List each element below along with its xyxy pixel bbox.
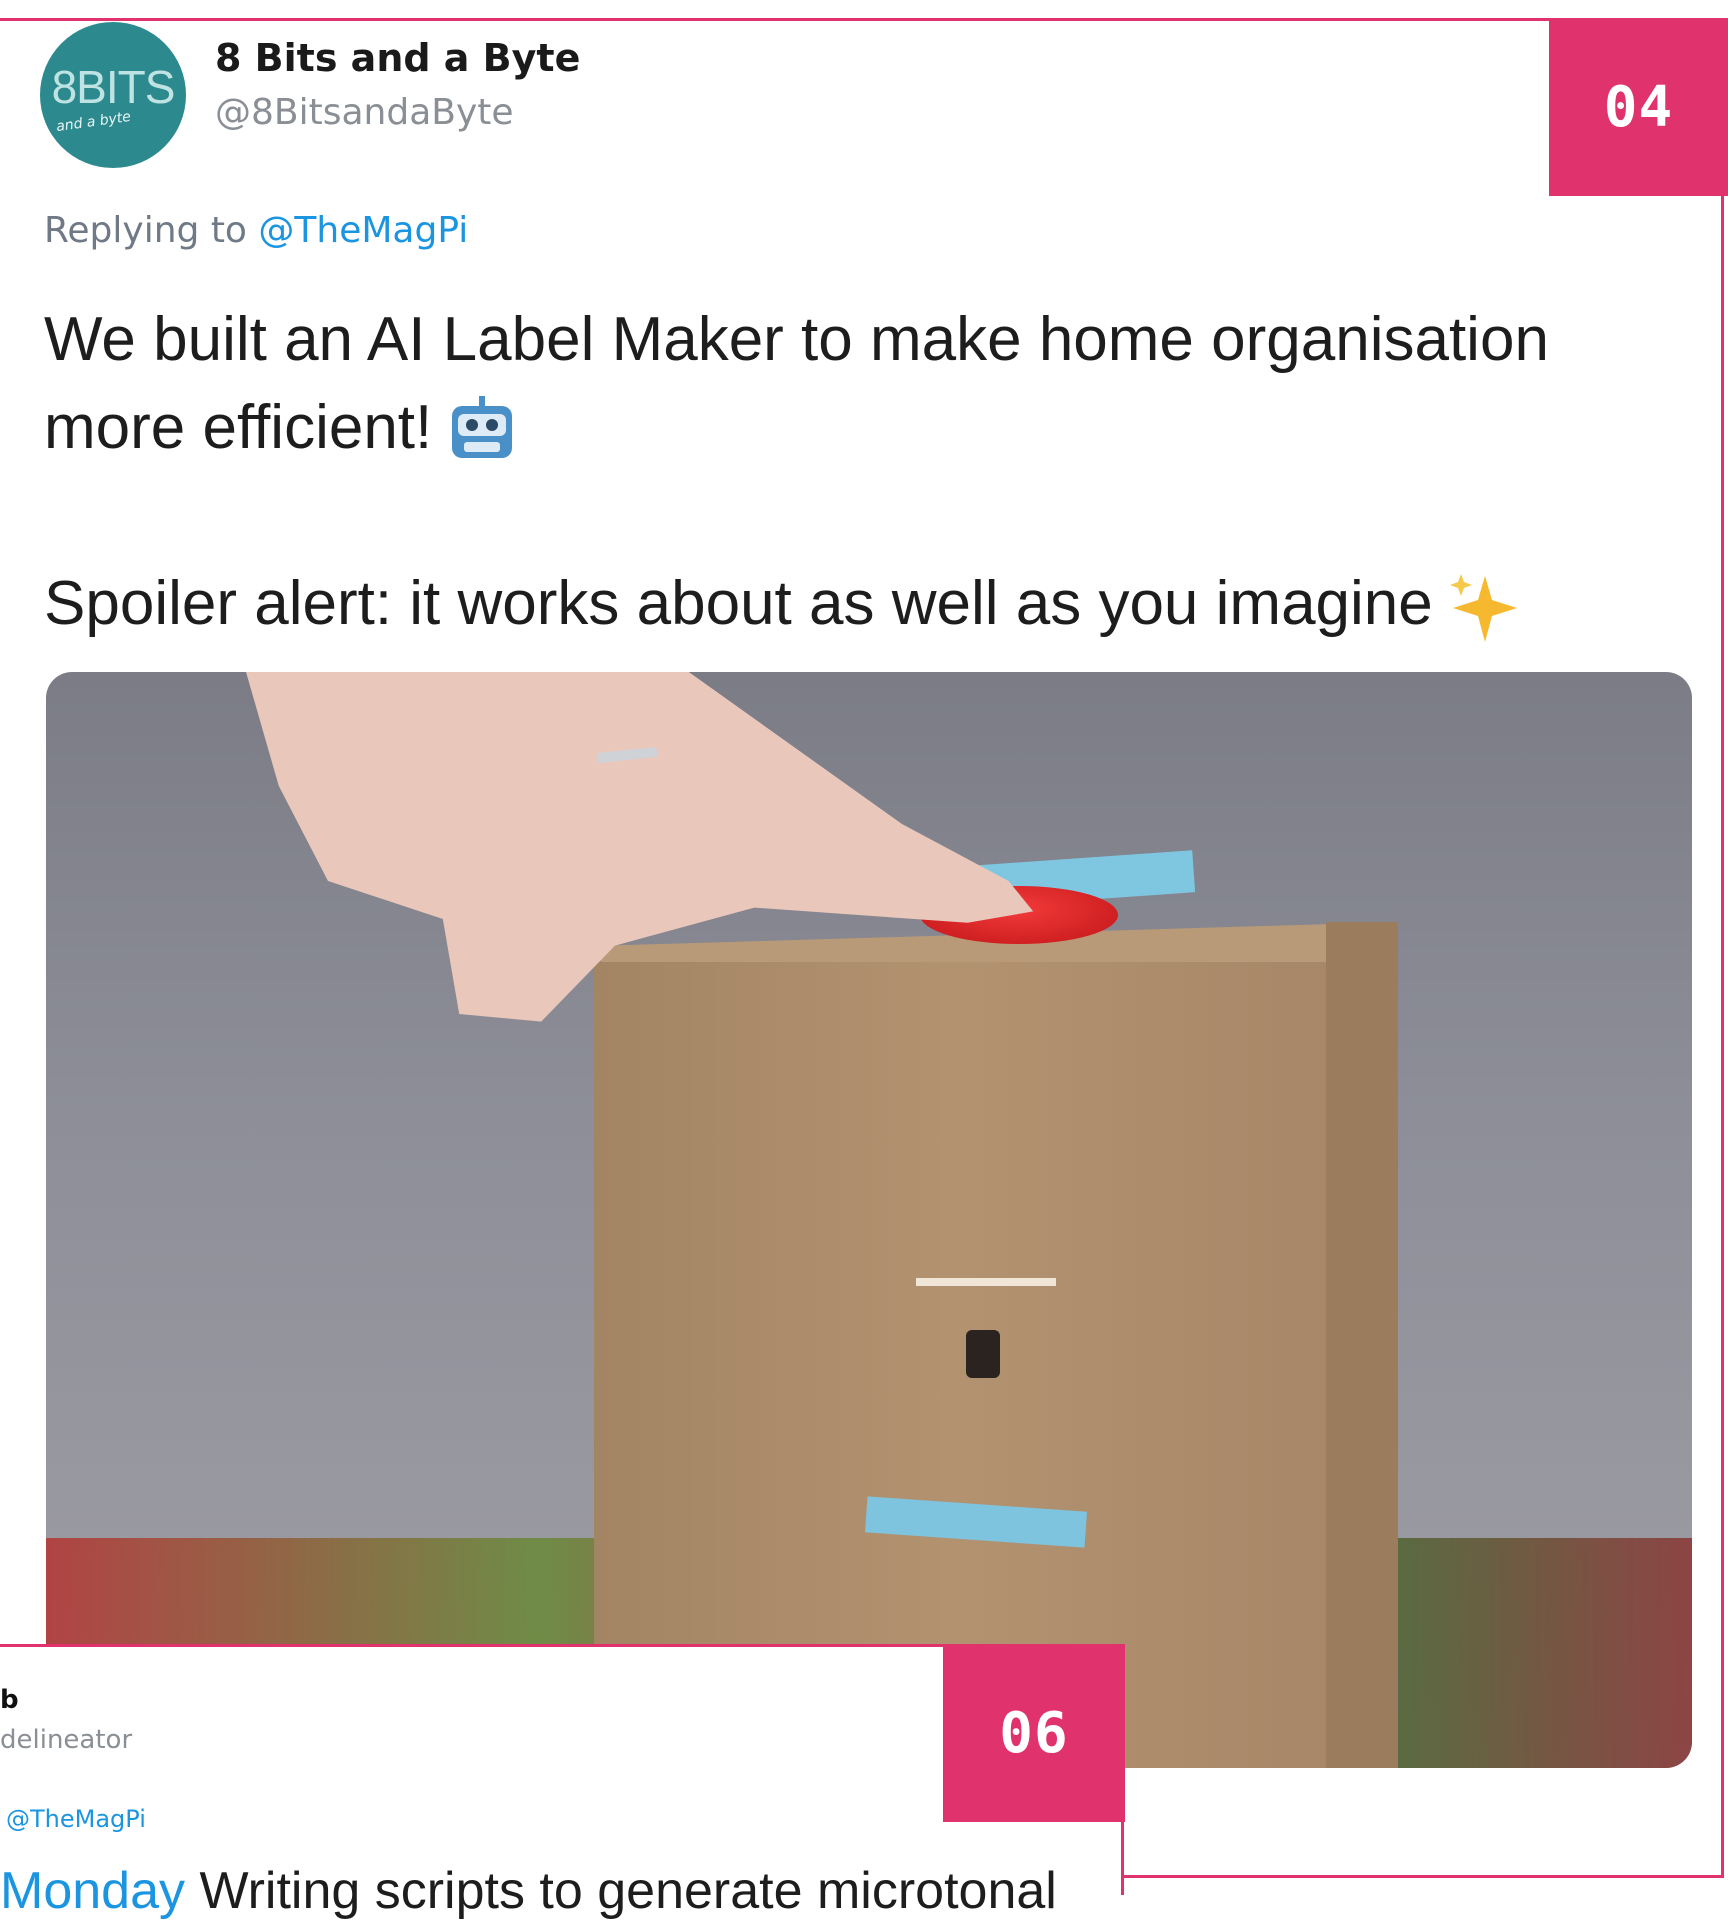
- section-number-badge: 04: [1549, 18, 1728, 196]
- second-tweet-text: Monday Writing scripts to generate micro…: [0, 1861, 1057, 1921]
- avatar[interactable]: 8BITS and a byte: [40, 22, 186, 168]
- tweet-text-paragraph: Spoiler alert: it works about as well as…: [44, 560, 1684, 648]
- tweet-text-line-2: Spoiler alert: it works about as well as…: [44, 569, 1433, 638]
- box-hole: [966, 1330, 1000, 1378]
- mention-link[interactable]: @TheMagPi: [258, 210, 468, 251]
- replying-prefix: Replying to: [44, 210, 259, 251]
- tweet-photo[interactable]: [46, 672, 1692, 1768]
- robot-icon: [444, 394, 520, 470]
- second-author-handle[interactable]: delineator: [0, 1725, 132, 1755]
- tweet-text: We built an AI Label Maker to make home …: [44, 296, 1684, 648]
- author-name[interactable]: 8 Bits and a Byte: [215, 36, 580, 80]
- tweet-text-line-1: We built an AI Label Maker to make home …: [44, 305, 1549, 462]
- section-number-badge: 06: [943, 1644, 1125, 1822]
- second-author-name[interactable]: b: [0, 1685, 19, 1715]
- tweet-text-paragraph: We built an AI Label Maker to make home …: [44, 296, 1684, 472]
- replying-to-line: Replying to @TheMagPi: [44, 210, 468, 251]
- second-tweet-text-rest: Writing scripts to generate microtonal: [185, 1862, 1057, 1920]
- avatar-logo-text: 8BITS: [51, 61, 176, 113]
- second-mention-link[interactable]: @TheMagPi: [6, 1805, 146, 1833]
- box-side: [1326, 922, 1398, 1768]
- author-handle[interactable]: @8BitsandaByte: [215, 92, 514, 133]
- box-slot: [916, 1278, 1056, 1286]
- sparkles-icon: [1445, 570, 1521, 646]
- second-tweet-day[interactable]: Monday: [0, 1862, 185, 1920]
